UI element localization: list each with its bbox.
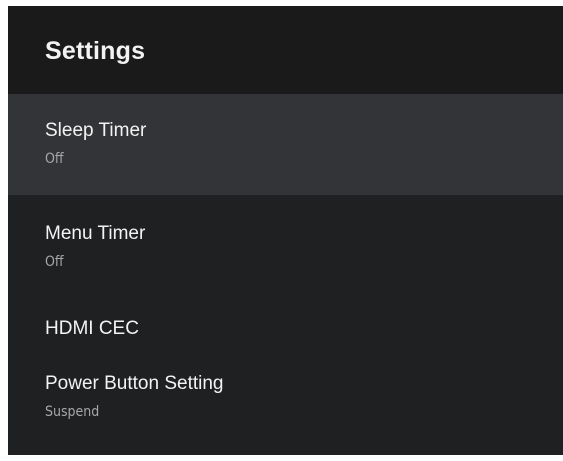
sleep-timer-value: Off bbox=[45, 151, 64, 167]
settings-item-menu-timer[interactable]: Menu Timer Off bbox=[8, 195, 563, 291]
settings-item-power-button[interactable]: Power Button Setting Suspend bbox=[8, 349, 563, 429]
menu-timer-label: Menu Timer bbox=[45, 223, 146, 244]
settings-item-sleep-timer[interactable]: Sleep Timer Off bbox=[8, 94, 563, 195]
settings-header: Settings bbox=[8, 6, 563, 94]
menu-timer-value: Off bbox=[45, 254, 64, 270]
power-button-label: Power Button Setting bbox=[45, 373, 224, 394]
sleep-timer-label: Sleep Timer bbox=[45, 120, 147, 141]
settings-panel: Settings Sleep Timer Off Menu Timer Off … bbox=[8, 6, 563, 455]
page-title: Settings bbox=[45, 36, 146, 65]
settings-item-hdmi-cec[interactable]: HDMI CEC bbox=[8, 291, 563, 349]
power-button-value: Suspend bbox=[45, 404, 100, 420]
hdmi-cec-label: HDMI CEC bbox=[45, 318, 139, 339]
